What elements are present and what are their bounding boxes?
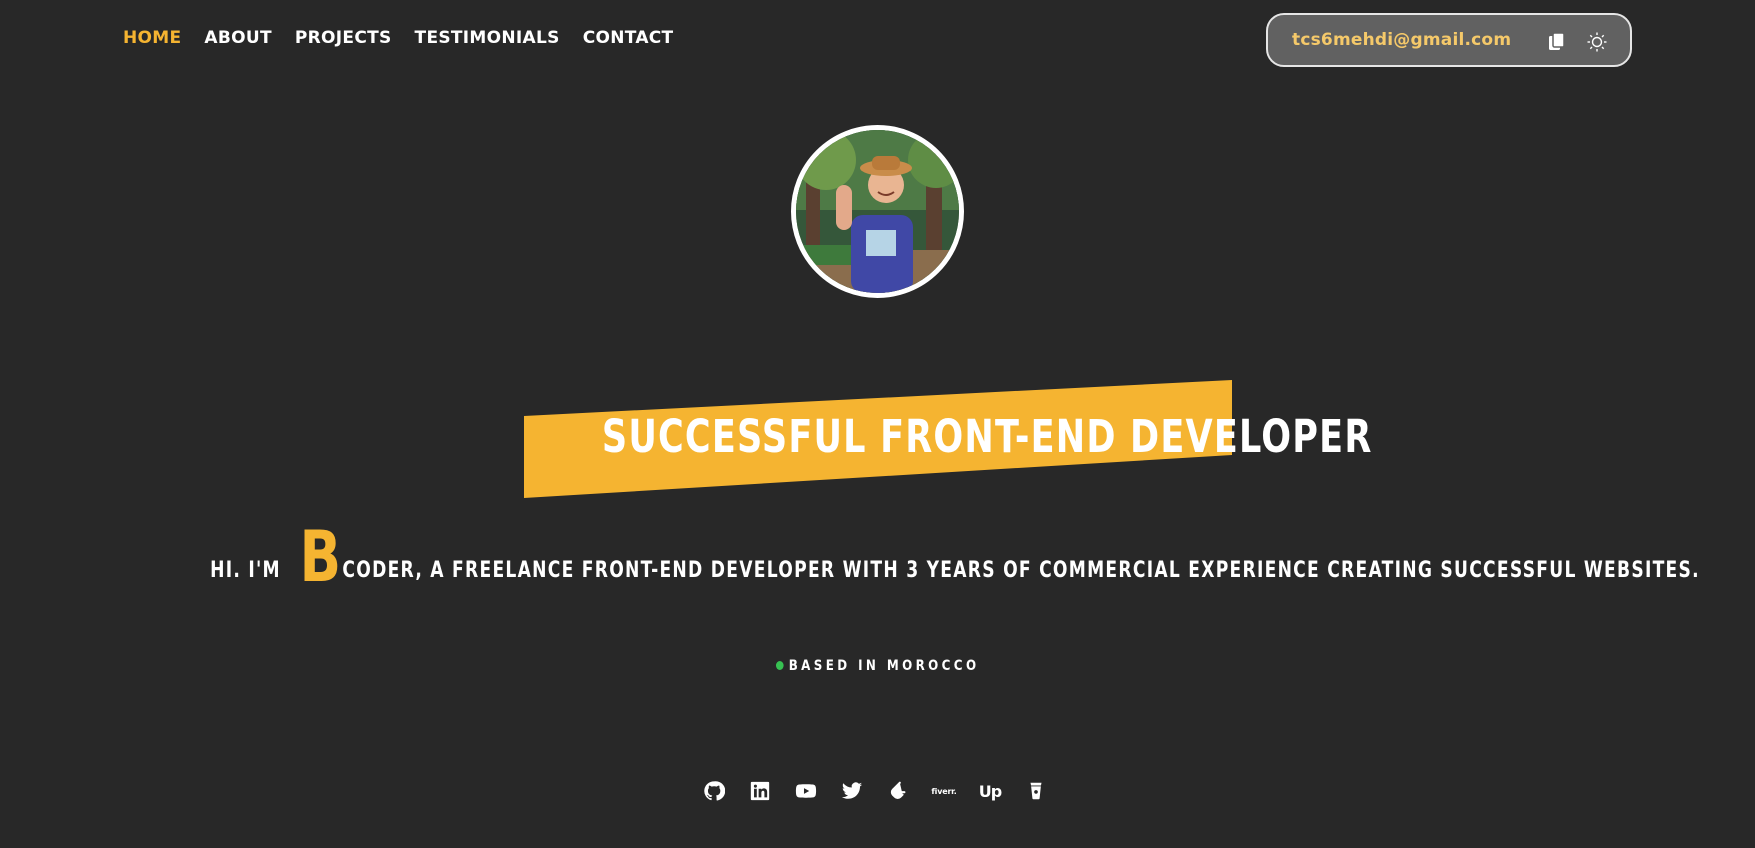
github-icon[interactable]: [703, 780, 725, 802]
sun-icon[interactable]: [1586, 31, 1608, 53]
leetcode-icon[interactable]: [887, 780, 909, 802]
coffee-icon[interactable]: [1025, 780, 1047, 802]
social-links: fiverr. Up: [703, 780, 1047, 802]
page: HOME ABOUT PROJECTS TESTIMONIALS CONTACT…: [0, 0, 1755, 848]
nav-projects[interactable]: PROJECTS: [295, 28, 392, 48]
main-nav: HOME ABOUT PROJECTS TESTIMONIALS CONTACT: [123, 28, 673, 48]
intro-rest: CODER, A FREELANCE FRONT-END DEVELOPER W…: [342, 558, 1700, 583]
twitter-icon[interactable]: [841, 780, 863, 802]
location-text: BASED IN MOROCCO: [788, 657, 980, 674]
intro-letter: B: [299, 516, 343, 598]
fiverr-icon[interactable]: fiverr.: [931, 780, 956, 802]
email-address[interactable]: tcs6mehdi@gmail.com: [1292, 30, 1511, 50]
nav-testimonials[interactable]: TESTIMONIALS: [415, 28, 560, 48]
headline-banner: SUCCESSFUL FRONT-END DEVELOPER: [524, 380, 1373, 498]
nav-contact[interactable]: CONTACT: [583, 28, 674, 48]
intro-line: HI. I'M BCODER, A FREELANCE FRONT-END DEV…: [0, 522, 1755, 592]
copy-icon[interactable]: [1546, 31, 1568, 53]
nav-home[interactable]: HOME: [123, 28, 181, 48]
email-pill: tcs6mehdi@gmail.com: [1266, 13, 1632, 67]
upwork-icon[interactable]: Up: [979, 780, 1002, 802]
location: BASED IN MOROCCO: [0, 655, 1755, 674]
avatar: [791, 125, 964, 298]
youtube-icon[interactable]: [795, 780, 817, 802]
nav-about[interactable]: ABOUT: [204, 28, 271, 48]
hero-headline: SUCCESSFUL FRONT-END DEVELOPER: [601, 410, 1373, 463]
intro-prefix: HI. I'M: [210, 558, 281, 583]
status-dot: [775, 661, 784, 670]
linkedin-icon[interactable]: [749, 780, 771, 802]
